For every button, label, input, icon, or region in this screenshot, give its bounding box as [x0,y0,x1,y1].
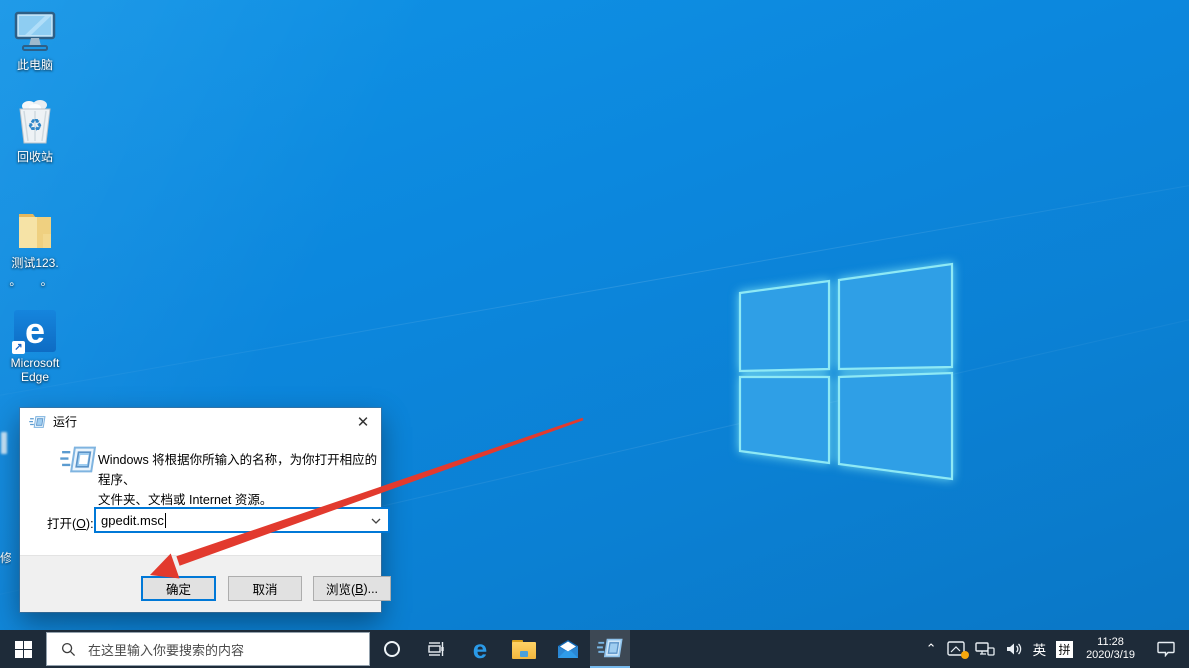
taskbar: 在这里输入你要搜索的内容 e ⌃ 英 拼 11:28 2020/3/19 [0,630,1189,668]
run-icon [29,415,46,428]
desktop-icon-label: 回收站 [16,150,53,164]
start-button[interactable] [0,630,46,668]
tray-ime-mode[interactable]: 拼 [1051,630,1078,668]
ok-button[interactable]: 确定 [141,576,216,601]
tray-show-hidden-icons[interactable]: ⌃ [921,630,942,668]
speaker-icon [1006,643,1021,655]
cortana-button[interactable] [370,630,414,668]
chevron-down-icon[interactable] [368,513,384,529]
run-dialog-icon [60,444,97,478]
cortana-icon [384,641,400,657]
tray-volume[interactable] [1000,630,1028,668]
tray-ime-language[interactable]: 英 [1028,630,1052,668]
task-view-button[interactable] [414,630,458,668]
clock-date: 2020/3/19 [1086,649,1135,661]
folder-icon [19,214,51,248]
search-icon [61,642,76,656]
network-icon [974,642,995,656]
action-center-button[interactable] [1143,630,1189,668]
run-command-input[interactable]: gpedit.msc [94,507,390,533]
taskbar-file-explorer-button[interactable] [502,630,546,668]
browse-button[interactable]: 浏览(B)... [313,576,391,601]
desktop-icon-microsoft-edge[interactable]: e ↗ Microsoft Edge [0,306,70,384]
run-dialog-titlebar[interactable]: 运行 [20,408,381,435]
this-pc-icon [14,11,56,51]
tray-clock[interactable]: 11:28 2020/3/19 [1078,630,1143,668]
desktop-icon-recycle-bin[interactable]: ♻ 回收站 [0,100,70,164]
run-dialog-title: 运行 [53,415,78,429]
desktop-icon-test-folder[interactable]: 测试123. 。 。 [0,206,70,288]
close-icon[interactable]: ✕ [348,408,378,435]
tray-network[interactable] [970,630,1000,668]
desktop-icon-label-overflow: 。 。 [9,274,61,288]
taskbar-mail-button[interactable] [546,630,590,668]
taskbar-edge-button[interactable]: e [458,630,502,668]
svg-text:♻: ♻ [27,116,42,135]
windows-logo-icon [14,640,32,658]
partial-icon-fragment [1,432,7,454]
edge-icon: e [472,633,488,664]
desktop-icon-this-pc[interactable]: 此电脑 [0,8,70,72]
partial-icon-label: 修 [0,551,11,565]
desktop-icon-label-line2: Edge [20,370,50,384]
message-line1: Windows 将根据你所输入的名称，为你打开相应的程序、 [98,453,378,487]
run-command-value: gpedit.msc [101,512,164,528]
tray-app-notification[interactable] [942,630,970,668]
run-dialog-message: Windows 将根据你所输入的名称，为你打开相应的程序、 文件夹、文档或 In… [98,450,383,510]
recycle-bin-icon: ♻ [19,100,51,144]
file-explorer-icon [512,639,536,659]
desktop-icon-label: 测试123. [11,256,59,270]
run-icon [597,638,623,658]
action-center-icon [1157,641,1175,657]
desktop-icon-label: Microsoft [10,356,60,370]
notification-badge [960,651,969,659]
shortcut-arrow-icon: ↗ [12,341,25,354]
task-view-icon [428,642,444,656]
system-tray: ⌃ 英 拼 11:28 2020/3/19 [921,630,1189,668]
taskbar-run-button-active[interactable] [590,630,630,668]
cancel-button[interactable]: 取消 [228,576,302,601]
text-caret [164,512,166,528]
clock-time: 11:28 [1097,636,1124,648]
desktop-icon-label: 此电脑 [16,58,53,72]
pinyin-indicator: 拼 [1056,640,1074,658]
open-field-label: 打开(O): [47,517,94,531]
search-placeholder: 在这里输入你要搜索的内容 [88,642,245,658]
edge-icon: e ↗ [12,310,56,354]
taskbar-search-input[interactable]: 在这里输入你要搜索的内容 [46,632,370,666]
run-dialog: 运行 ✕ Windows 将根据你所输入的名称，为你打开相应的程序、 文件夹、文… [20,408,391,612]
mail-icon [558,640,578,658]
